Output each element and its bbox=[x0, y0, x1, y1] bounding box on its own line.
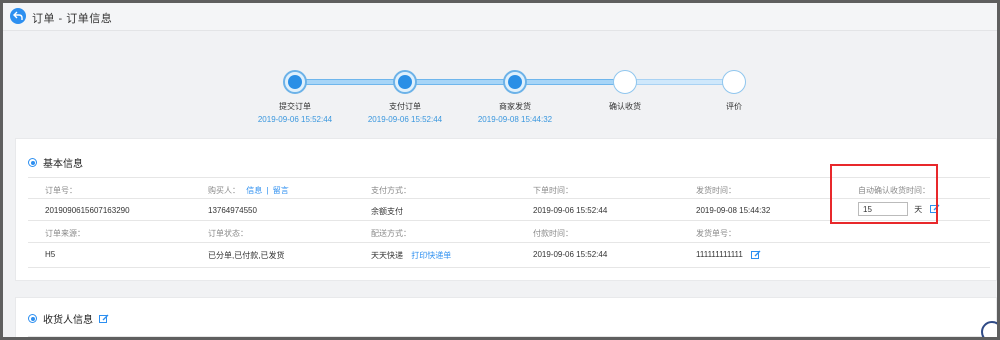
label-payment-method: 支付方式： bbox=[371, 186, 411, 195]
page-title: 订单 - 订单信息 bbox=[32, 13, 113, 25]
progress-line-3 bbox=[526, 79, 624, 85]
step-circle-pay bbox=[393, 70, 417, 94]
receiver-info-header: 收货人信息 bbox=[28, 311, 109, 326]
label-delivery: 配送方式： bbox=[371, 229, 411, 238]
value-status: 已分单,已付款,已发货 bbox=[208, 251, 285, 260]
scroll-to-top-button[interactable] bbox=[981, 321, 997, 337]
step-label-receive: 确认收货 bbox=[609, 102, 641, 111]
progress-line-2 bbox=[416, 79, 514, 85]
label-order-no: 订单号： bbox=[45, 186, 77, 195]
label-tracking-no: 发货单号： bbox=[696, 229, 736, 238]
step-circle-receive bbox=[613, 70, 637, 94]
info-label-row-2: 订单来源： 订单状态： 配送方式： 付款时间： 发货单号： bbox=[28, 221, 990, 243]
arrow-back-icon bbox=[13, 11, 23, 20]
value-buyer: 13764974550 bbox=[208, 206, 257, 215]
buyer-info-link[interactable]: 信息 bbox=[246, 186, 262, 195]
edit-icon[interactable] bbox=[99, 314, 109, 324]
edit-icon[interactable] bbox=[751, 250, 761, 260]
buyer-link-separator: | bbox=[266, 186, 269, 195]
step-circle-review bbox=[722, 70, 746, 94]
step-time-pay: 2019-09-06 15:52:44 bbox=[367, 115, 443, 124]
step-time-ship: 2019-09-08 15:44:32 bbox=[477, 115, 553, 124]
progress-line-4 bbox=[636, 79, 734, 85]
tracking-group: 111111111111 bbox=[696, 250, 761, 260]
radio-dot-icon bbox=[28, 158, 37, 167]
value-order-time: 2019-09-06 15:52:44 bbox=[533, 206, 608, 215]
label-buyer-group: 购买人： 信息 | 留言 bbox=[208, 185, 289, 196]
progress-line-1 bbox=[306, 79, 404, 85]
label-ship-time: 发货时间： bbox=[696, 186, 736, 195]
basic-info-header: 基本信息 bbox=[28, 155, 83, 170]
order-progress: 提交订单 支付订单 商家发货 确认收货 评价 2019-09-06 15:52:… bbox=[10, 31, 997, 139]
value-pay-time: 2019-09-06 15:52:44 bbox=[533, 250, 608, 259]
value-tracking-no: 111111111111 bbox=[696, 250, 743, 260]
label-status: 订单状态： bbox=[208, 229, 248, 238]
highlight-annotation-box bbox=[830, 164, 938, 224]
basic-info-title: 基本信息 bbox=[43, 159, 83, 170]
step-label-review: 评价 bbox=[726, 102, 742, 111]
step-label-pay: 支付订单 bbox=[389, 102, 421, 111]
label-order-time: 下单时间： bbox=[533, 186, 573, 195]
back-button[interactable] bbox=[10, 8, 26, 24]
step-circle-ship bbox=[503, 70, 527, 94]
value-payment-method: 余额支付 bbox=[371, 207, 403, 216]
radio-dot-icon bbox=[28, 314, 37, 323]
label-pay-time: 付款时间： bbox=[533, 229, 573, 238]
print-waybill-link[interactable]: 打印快递单 bbox=[411, 251, 451, 260]
buyer-message-link[interactable]: 留言 bbox=[273, 186, 289, 195]
step-label-ship: 商家发货 bbox=[499, 102, 531, 111]
value-delivery: 天天快递 bbox=[371, 251, 403, 260]
value-order-no: 2019090615607163290 bbox=[45, 206, 130, 215]
receiver-info-title: 收货人信息 bbox=[43, 315, 93, 326]
label-buyer: 购买人： bbox=[208, 186, 240, 195]
window-frame: 订单 - 订单信息 提交订单 支付订单 商家发货 确认收货 评价 2019-09… bbox=[0, 0, 1000, 340]
step-label-submit: 提交订单 bbox=[279, 102, 311, 111]
info-value-row-2: H5 已分单,已付款,已发货 天天快递 打印快递单 2019-09-06 15:… bbox=[28, 243, 990, 268]
delivery-group: 天天快递 打印快递单 bbox=[371, 250, 451, 261]
step-time-submit: 2019-09-06 15:52:44 bbox=[257, 115, 333, 124]
value-source: H5 bbox=[45, 250, 56, 259]
receiver-divider bbox=[28, 336, 990, 337]
value-ship-time: 2019-09-08 15:44:32 bbox=[696, 206, 771, 215]
receiver-info-card: 收货人信息 bbox=[15, 297, 997, 337]
step-circle-submit bbox=[283, 70, 307, 94]
label-source: 订单来源： bbox=[45, 229, 85, 238]
page-header: 订单 - 订单信息 bbox=[3, 3, 997, 31]
